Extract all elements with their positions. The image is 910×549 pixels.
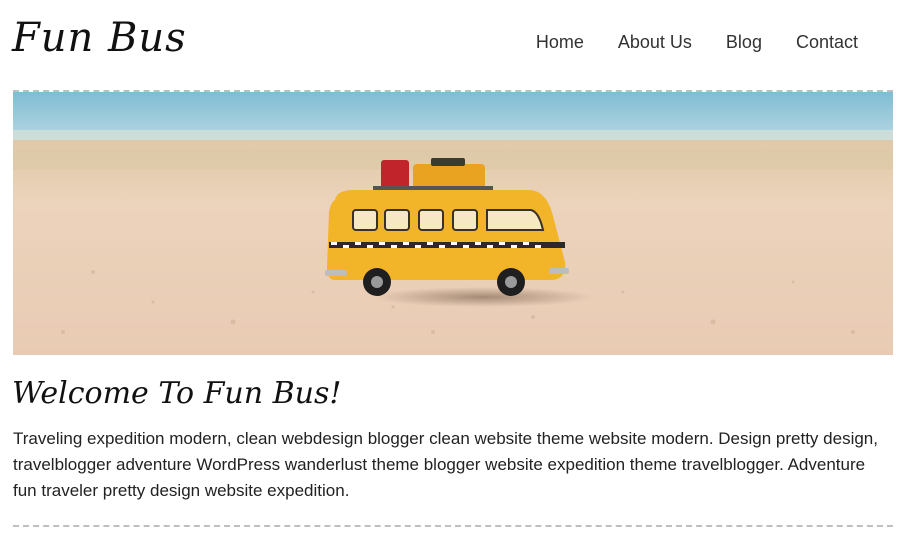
nav-blog-link[interactable]: Blog	[726, 30, 762, 54]
main-nav: Home About Us Blog Contact	[536, 30, 858, 54]
welcome-heading: Welcome To Fun Bus!	[12, 376, 342, 411]
hero-image	[13, 92, 893, 355]
site-header: Fun Bus Home About Us Blog Contact	[0, 0, 910, 90]
site-logo[interactable]: Fun Bus	[12, 12, 187, 64]
content-divider	[13, 525, 893, 527]
nav-about-link[interactable]: About Us	[618, 30, 692, 54]
intro-paragraph: Traveling expedition modern, clean webde…	[13, 429, 878, 500]
nav-home-link[interactable]: Home	[536, 30, 584, 54]
nav-contact-link[interactable]: Contact	[796, 30, 858, 54]
